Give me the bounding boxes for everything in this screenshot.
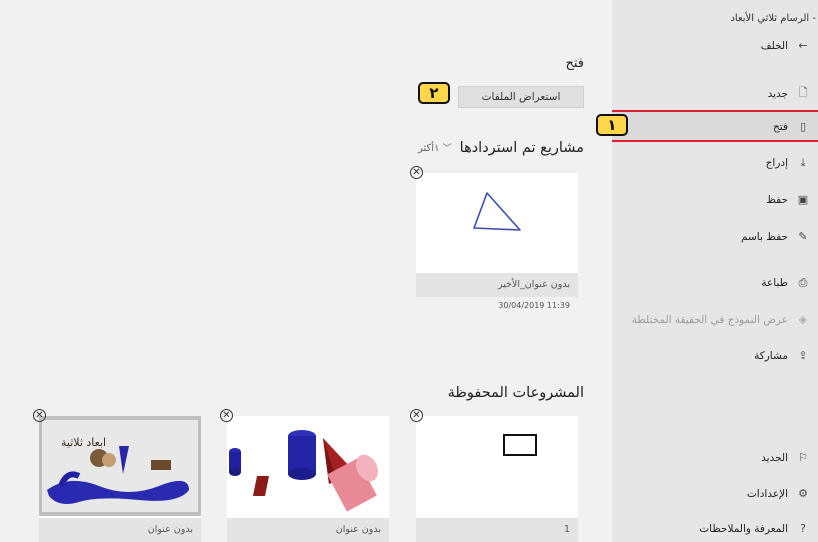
card-name: بدون عنوان	[335, 524, 381, 535]
new-file-icon: 🗋	[798, 86, 808, 99]
sidebar-item-label: المعرفة والملاحظات	[699, 522, 788, 535]
card-footer: بدون عنوان	[39, 518, 201, 542]
3d-shapes-thumbnail	[229, 430, 379, 512]
3d-text-scene-thumbnail	[39, 416, 201, 516]
sidebar-item-label: حفظ	[766, 193, 788, 206]
callout-1: ١	[596, 114, 628, 136]
sidebar-item-label: عرض النموذج في الحقيقة المختلطة	[631, 313, 788, 326]
close-icon[interactable]: ✕	[220, 409, 233, 422]
save-icon: ▣	[797, 193, 809, 206]
sidebar: - الرسام ثلاثي الأبعاد ← الخلف 🗋 جديد ▯ …	[612, 0, 818, 542]
card-name: 1	[563, 524, 570, 535]
saved-projects-title: المشروعات المحفوظة	[447, 385, 584, 401]
card-thumbnail	[416, 173, 578, 273]
more-label: ١أكثر	[418, 143, 440, 154]
triangle-sketch-thumbnail	[473, 192, 521, 231]
card-footer: بدون عنوان	[227, 518, 389, 542]
sidebar-item-label: مشاركة	[754, 349, 788, 362]
back-label: الخلف	[760, 39, 788, 52]
saved-project-card[interactable]: بدون عنوان	[227, 416, 389, 542]
arrow-left-icon: ←	[798, 39, 808, 52]
callout-2: ٢	[418, 82, 450, 104]
card-name: بدون عنوان_الأخير	[497, 279, 570, 290]
help-icon: ?	[800, 522, 806, 535]
sidebar-item-label: حفظ باسم	[740, 230, 788, 243]
saved-project-card[interactable]: ابعاد ثلاثية بدون عنوان	[39, 416, 201, 542]
thumbnail-3d-text: ابعاد ثلاثية	[61, 436, 107, 449]
card-thumbnail	[416, 416, 578, 516]
sidebar-item-mixed-reality: ◈ عرض النموذج في الحقيقة المختلطة	[632, 313, 810, 326]
sidebar-item-label: الإعدادات	[746, 487, 788, 500]
sidebar-item-save-as[interactable]: ✎ حفظ باسم	[741, 230, 810, 243]
sidebar-item-label: فتح	[773, 120, 788, 133]
sidebar-item-insert[interactable]: ⤓ إدراج	[766, 156, 810, 170]
browse-files-button[interactable]: استعراض الملفات	[458, 86, 584, 108]
card-footer: 1	[416, 518, 578, 542]
card-name: بدون عنوان	[147, 524, 193, 535]
open-icon: ▯	[799, 120, 807, 133]
card-thumbnail	[227, 416, 389, 516]
sidebar-item-label: طباعة	[761, 277, 788, 289]
main-panel: فتح استعراض الملفات مشاريع تم استردادها …	[0, 0, 612, 542]
sidebar-item-label: جديد	[767, 87, 788, 100]
close-icon[interactable]: ✕	[410, 409, 423, 422]
print-icon: ⎙	[798, 276, 808, 289]
flag-icon: ⚐	[798, 451, 808, 464]
card-footer: بدون عنوان_الأخير	[416, 273, 578, 297]
sidebar-item-share[interactable]: ⇪ مشاركة	[754, 349, 810, 362]
recovered-project-card[interactable]: بدون عنوان_الأخير 30/04/2019 11:39	[416, 173, 578, 321]
saved-project-card[interactable]: 1	[416, 416, 578, 542]
sidebar-item-label: الجديد	[761, 451, 788, 464]
recovered-projects-title: مشاريع تم استردادها	[459, 140, 584, 156]
share-icon: ⇪	[798, 349, 808, 362]
sidebar-item-settings[interactable]: ⚙ الإعدادات	[747, 487, 810, 500]
settings-icon: ⚙	[798, 487, 808, 500]
mixed-reality-icon: ◈	[798, 313, 808, 326]
card-date: 30/04/2019 11:39	[498, 301, 570, 310]
sidebar-item-save[interactable]: ▣ حفظ	[766, 193, 810, 206]
close-icon[interactable]: ✕	[410, 166, 423, 179]
sidebar-item-new[interactable]: 🗋 جديد	[768, 84, 810, 103]
back-button[interactable]: ← الخلف	[761, 39, 810, 52]
sidebar-item-label: إدراج	[765, 157, 788, 169]
open-title: فتح	[565, 56, 584, 71]
app-title: - الرسام ثلاثي الأبعاد	[730, 13, 816, 24]
card-thumbnail: ابعاد ثلاثية	[39, 416, 201, 516]
sidebar-item-whats-new[interactable]: ⚐ الجديد	[761, 451, 810, 464]
chevron-down-icon: ﹀	[442, 144, 452, 154]
close-icon[interactable]: ✕	[33, 409, 46, 422]
rectangle-sketch-thumbnail	[503, 434, 537, 456]
save-as-icon: ✎	[798, 230, 808, 243]
sidebar-item-help[interactable]: ? المعرفة والملاحظات	[699, 522, 810, 535]
sidebar-item-open[interactable]: ▯ فتح	[773, 120, 810, 133]
more-link[interactable]: ﹀ ١أكثر	[418, 141, 452, 154]
insert-icon: ⤓	[800, 156, 806, 169]
sidebar-item-print[interactable]: ⎙ طباعة	[761, 276, 810, 290]
